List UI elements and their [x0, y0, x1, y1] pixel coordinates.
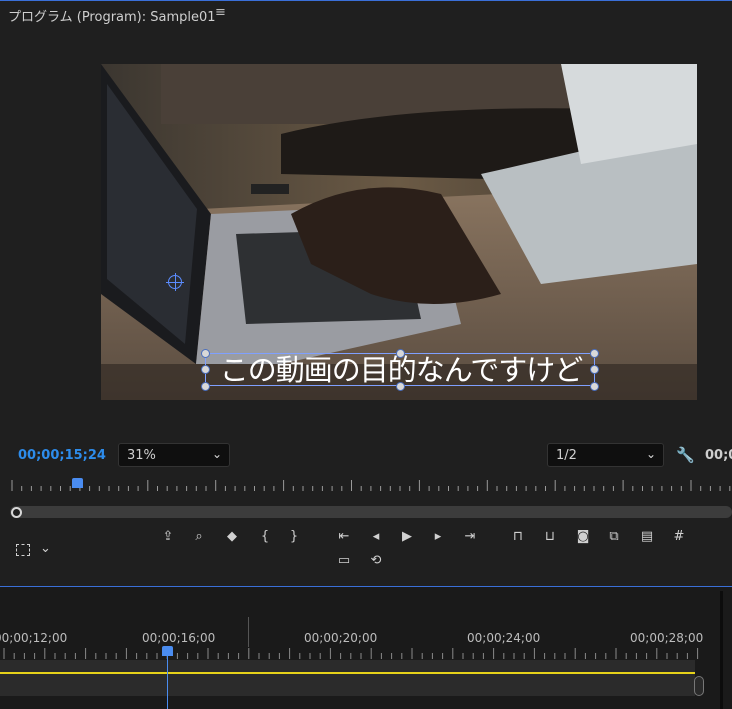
safe-margins-icon[interactable]: ▭ — [335, 554, 353, 568]
export-frame-icon[interactable]: ⇪ — [160, 530, 176, 544]
work-area-bar[interactable] — [0, 672, 695, 674]
timeline-separator — [720, 591, 723, 709]
transform-handle[interactable] — [590, 382, 599, 391]
camera-icon[interactable]: ◙ — [575, 530, 591, 544]
timeline-time-label: 00;00;24;00 — [467, 631, 541, 645]
play-icon[interactable]: ▶ — [399, 530, 415, 544]
scrollbar-handle[interactable] — [11, 507, 22, 518]
go-to-out-icon[interactable]: ⇥ — [462, 530, 478, 544]
playhead-handle[interactable] — [72, 478, 83, 488]
timeline-vertical-scroll[interactable] — [694, 676, 704, 696]
transform-handle[interactable] — [201, 382, 210, 391]
transform-handle[interactable] — [590, 365, 599, 374]
step-back-icon[interactable]: ◂ — [368, 530, 384, 544]
timeline-time-label: 00;00;28;00 — [630, 631, 704, 645]
resolution-value: 1/2 — [556, 448, 577, 463]
anchor-point-icon[interactable] — [166, 273, 184, 291]
transform-handle[interactable] — [396, 349, 405, 358]
vr-icon[interactable]: ⟲ — [367, 554, 385, 568]
lift-icon[interactable]: ⊓ — [510, 530, 526, 544]
settings-icon[interactable] — [16, 544, 30, 556]
duration-timecode: 00;0 — [705, 448, 732, 463]
timeline-playhead[interactable] — [167, 650, 168, 709]
zoom-scrollbar[interactable] — [10, 506, 732, 518]
wrench-icon[interactable]: 🔧 — [676, 446, 695, 464]
program-monitor-video[interactable]: この動画の目的なんですけど — [101, 64, 697, 400]
add-marker-icon[interactable]: ◆ — [224, 530, 240, 544]
panel-title[interactable]: プログラム (Program): Sample01 — [8, 6, 216, 25]
grid-icon[interactable]: # — [671, 530, 687, 544]
transform-handle[interactable] — [201, 349, 210, 358]
comparison-view-icon[interactable]: ⧉ — [606, 530, 622, 544]
film-icon[interactable]: ▤ — [639, 530, 655, 544]
transform-handle[interactable] — [201, 365, 210, 374]
transform-handle[interactable] — [590, 349, 599, 358]
chevron-down-icon[interactable]: ⌄ — [40, 542, 51, 556]
transform-handle[interactable] — [396, 382, 405, 391]
timeline-time-label: 00;00;20;00 — [304, 631, 378, 645]
go-to-in-icon[interactable]: ⇤ — [336, 530, 352, 544]
timeline-time-label: 00;00;12;00 — [0, 631, 68, 645]
timeline-ruler[interactable] — [0, 646, 700, 660]
monitor-time-ruler[interactable] — [0, 476, 732, 496]
current-timecode[interactable]: 00;00;15;24 — [18, 448, 106, 463]
step-forward-icon[interactable]: ▸ — [430, 530, 446, 544]
extract-icon[interactable]: ⊔ — [542, 530, 558, 544]
playback-resolution-select[interactable]: 1/2 ⌄ — [547, 443, 664, 467]
chevron-down-icon: ⌄ — [645, 447, 656, 461]
timeline-track[interactable] — [0, 660, 695, 696]
hamburger-icon[interactable]: ≡ — [215, 5, 226, 20]
magnify-icon[interactable]: ⌕ — [191, 530, 207, 544]
panel-top-border — [0, 0, 732, 1]
chevron-down-icon: ⌄ — [211, 447, 222, 461]
zoom-level-select[interactable]: 31% ⌄ — [118, 443, 230, 467]
timeline-marker-line — [248, 617, 249, 647]
zoom-level-value: 31% — [127, 448, 156, 463]
timeline-playhead-handle[interactable] — [162, 646, 173, 656]
mark-in-icon[interactable]: { — [257, 530, 273, 544]
timeline-time-label: 00;00;16;00 — [142, 631, 216, 645]
mark-out-icon[interactable]: } — [286, 530, 302, 544]
